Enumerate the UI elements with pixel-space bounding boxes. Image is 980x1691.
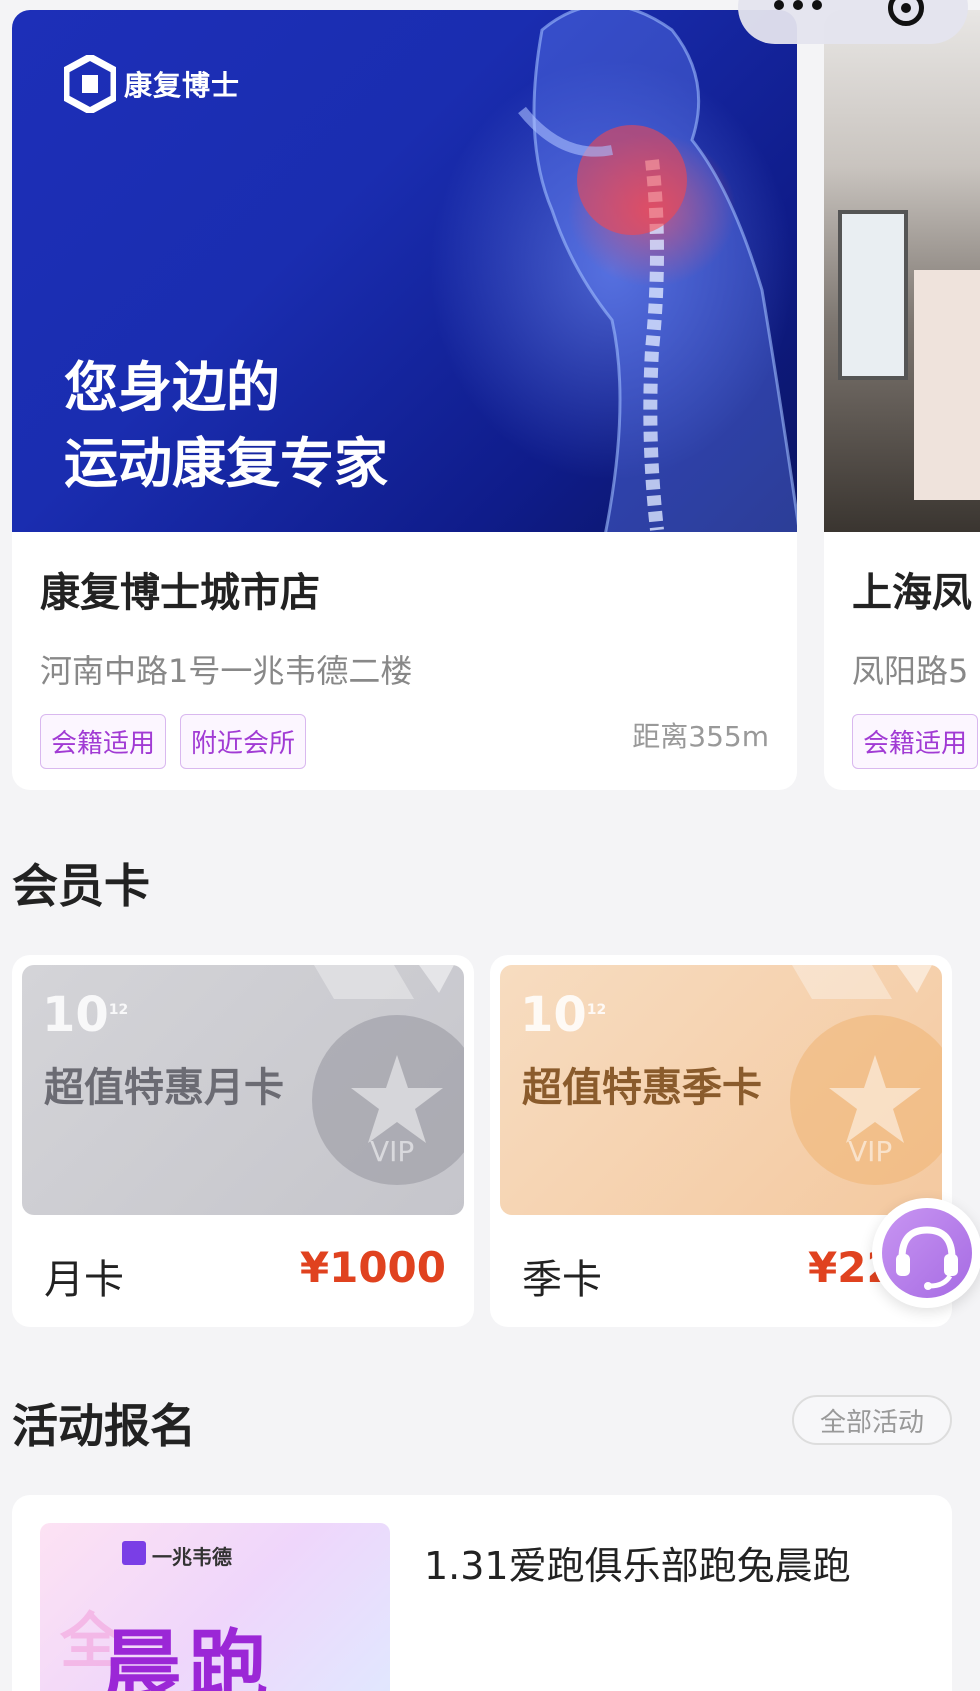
- store-card[interactable]: 康复博士 您身边的 运动康复专家 康复博士城市店 河南中路1号一兆韦德二楼 会籍…: [12, 10, 797, 790]
- hexagon-logo-icon: [64, 55, 116, 113]
- all-activities-button[interactable]: 全部活动: [792, 1395, 952, 1445]
- vip-label: VIP: [370, 1135, 415, 1168]
- card-name: 月卡: [44, 1257, 124, 1303]
- membership-section-title: 会员卡: [12, 859, 150, 913]
- vip-badge: VIP: [312, 1015, 464, 1185]
- brand-logo: 康复博士: [64, 55, 240, 113]
- vip-badge: VIP: [790, 1015, 942, 1185]
- store-distance: 距离355m: [632, 720, 769, 753]
- slogan-line-2: 运动康复专家: [64, 432, 388, 495]
- card-stripe: [792, 965, 932, 999]
- store-name: 康复博士城市店: [40, 570, 320, 616]
- card-stripe: [314, 965, 454, 999]
- thumb-word: 晨跑: [102, 1621, 274, 1691]
- card-price: ¥1000: [299, 1243, 446, 1292]
- store-info-next: 上海凤 凤阳路5 会籍适用: [852, 560, 979, 769]
- card-visual: 1012 超值特惠月卡 VIP: [22, 965, 464, 1215]
- tag-nearby: 附近会所: [180, 714, 307, 769]
- tag-membership-next: 会籍适用: [852, 714, 979, 769]
- banner-slogan: 您身边的 运动康复专家: [64, 350, 388, 502]
- store-address-next: 凤阳路5: [852, 652, 969, 690]
- more-icon[interactable]: [774, 0, 822, 10]
- store-photo: [824, 10, 980, 532]
- slogan-line-1: 您身边的: [64, 356, 280, 419]
- card-title: 超值特惠季卡: [522, 1065, 762, 1111]
- store-address: 河南中路1号一兆韦德二楼: [40, 652, 413, 690]
- customer-service-button[interactable]: [872, 1198, 980, 1308]
- fridge-shape: [838, 210, 908, 380]
- vip-label: VIP: [848, 1135, 893, 1168]
- card-visual: 1012 超值特惠季卡 VIP: [500, 965, 942, 1215]
- card-name: 季卡: [522, 1257, 602, 1303]
- thumb-brand: 一兆韦德: [152, 1545, 232, 1569]
- thumb-logo-icon: [122, 1541, 146, 1565]
- counter-shape: [914, 270, 980, 500]
- store-card-next[interactable]: 上海凤 凤阳路5 会籍适用: [824, 10, 980, 790]
- member-card-monthly[interactable]: 1012 超值特惠月卡 VIP 月卡 ¥1000: [12, 955, 474, 1327]
- card-logo: 1012: [520, 987, 607, 1043]
- activity-title: 1.31爱跑俱乐部跑兔晨跑: [424, 1544, 851, 1588]
- card-title: 超值特惠月卡: [44, 1065, 284, 1111]
- miniprogram-capsule[interactable]: [738, 0, 968, 44]
- activities-section-title: 活动报名: [12, 1399, 196, 1453]
- store-banner: 康复博士 您身边的 运动康复专家: [12, 10, 797, 532]
- spine-illustration: [518, 10, 797, 532]
- brand-name: 康复博士: [124, 69, 241, 102]
- tag-membership: 会籍适用: [40, 714, 167, 769]
- store-info: 康复博士城市店 河南中路1号一兆韦德二楼 会籍适用 附近会所 距离355m: [40, 560, 769, 769]
- activity-thumbnail: 一兆韦德 全 晨跑: [40, 1523, 390, 1691]
- activity-item[interactable]: 一兆韦德 全 晨跑 1.31爱跑俱乐部跑兔晨跑: [12, 1495, 952, 1691]
- store-name-next: 上海凤: [852, 570, 972, 616]
- card-logo: 1012: [42, 987, 129, 1043]
- close-miniprogram-icon[interactable]: [888, 0, 924, 26]
- headset-icon: [882, 1208, 972, 1298]
